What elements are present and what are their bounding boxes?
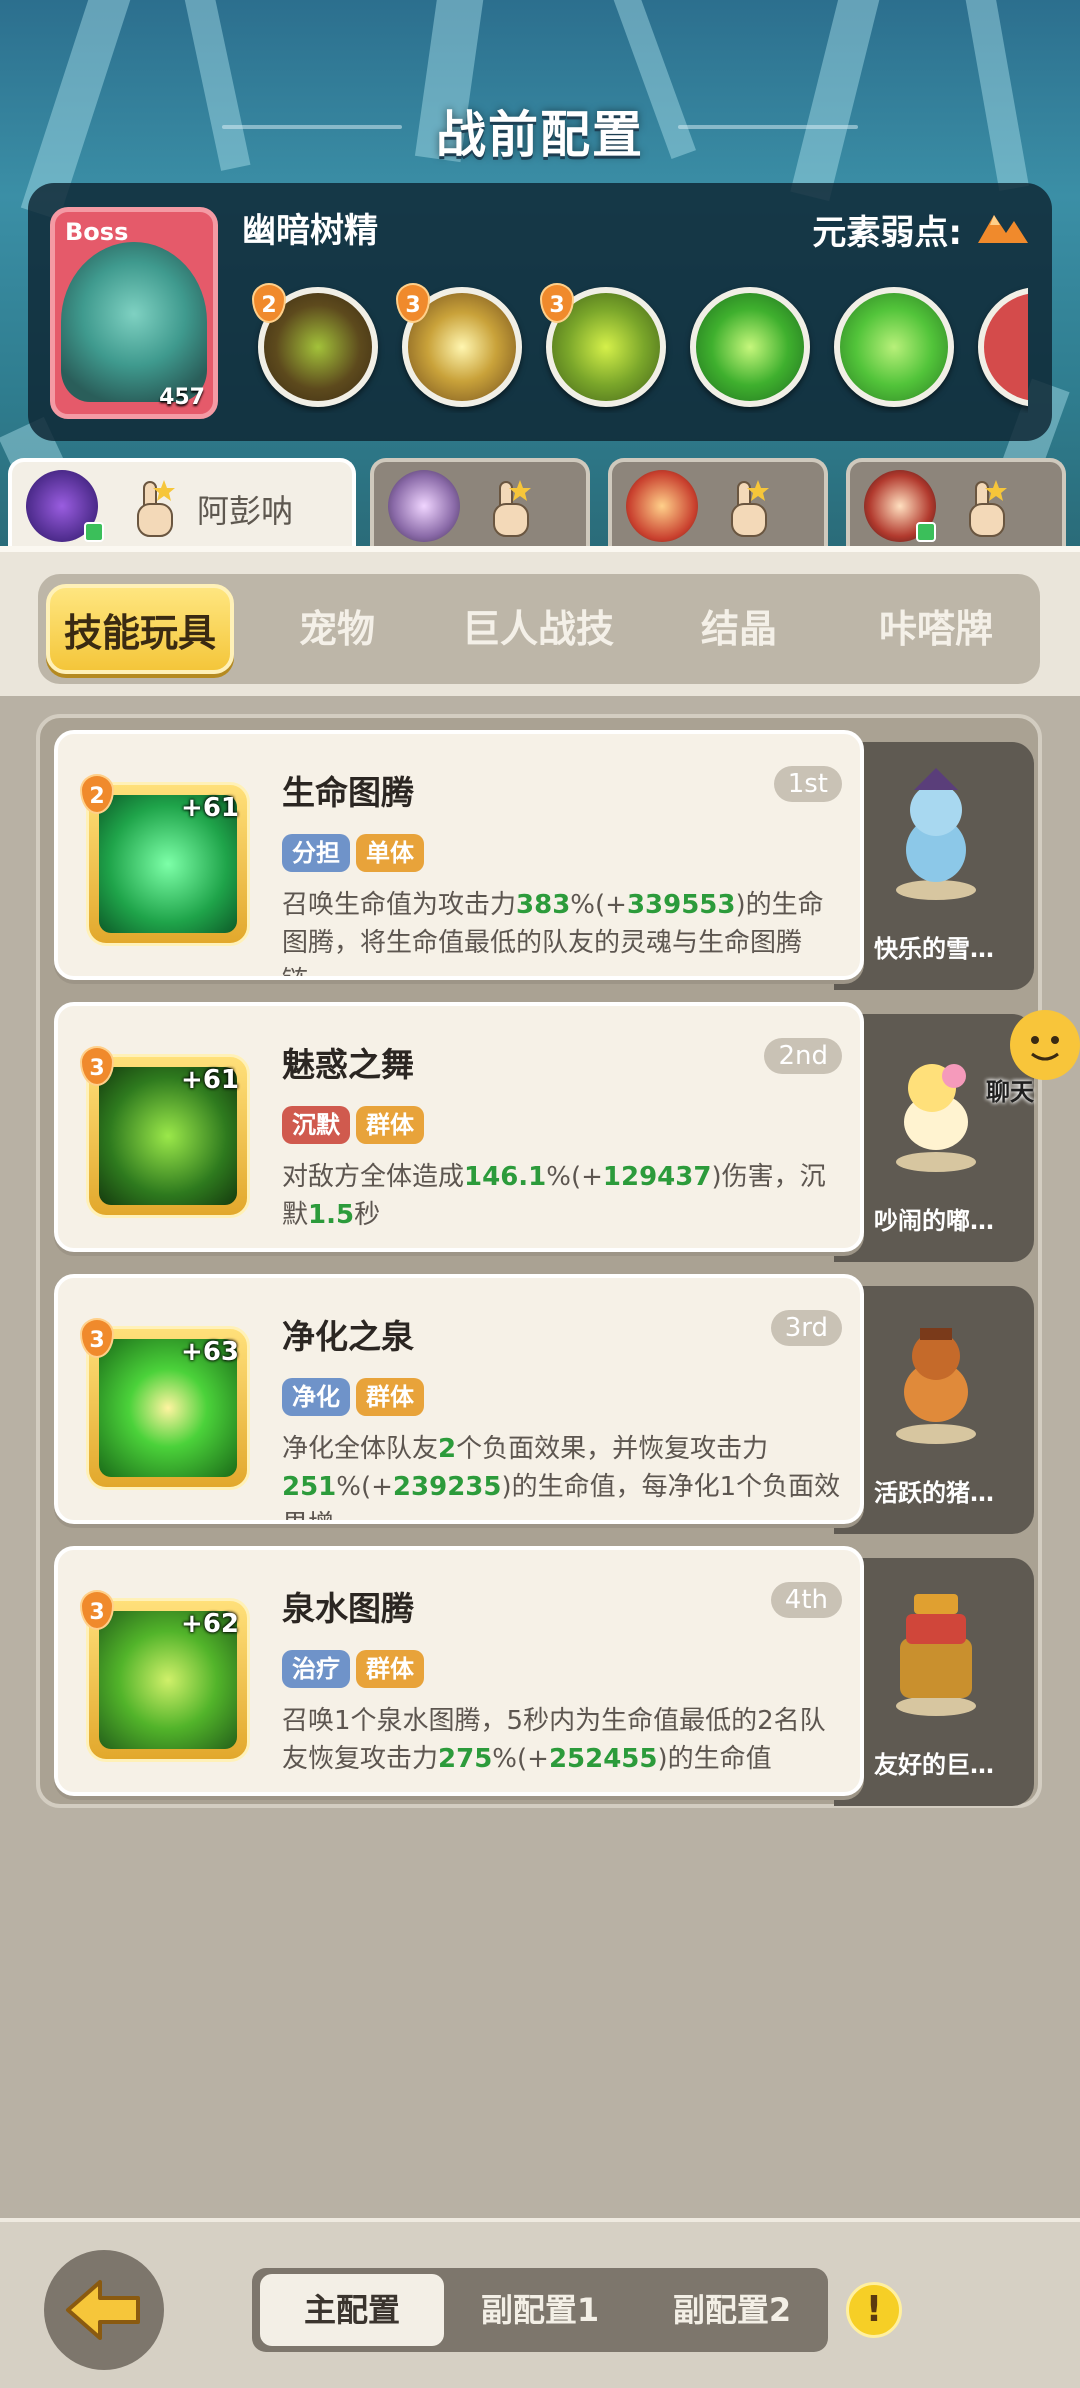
online-status-icon: [84, 522, 104, 542]
skill-title: 净化之泉: [282, 1317, 414, 1356]
pet-figure: [896, 768, 976, 900]
skill-tag: 单体: [356, 834, 424, 872]
page-title: 战前配置: [436, 106, 644, 164]
skill-rank: 3rd: [770, 1310, 842, 1346]
skill-tag: 净化: [282, 1378, 350, 1416]
pet-figure: [896, 1328, 976, 1444]
character-tab-2[interactable]: [370, 458, 590, 546]
boss-panel: Boss 457 幽暗树精 元素弱点: 2 3 3: [28, 183, 1052, 441]
hand-pointer-icon: [137, 480, 175, 537]
hand-pointer-icon: [731, 480, 769, 537]
boss-name: 幽暗树精: [242, 211, 378, 251]
pet-name: 活跃的猪…: [874, 1479, 994, 1507]
skill-description: 召唤生命值为攻击力383%(+339553)的生命图腾，将生命值最低的队友的灵魂…: [282, 890, 824, 976]
skill-rank: 4th: [770, 1582, 842, 1618]
skill-tag: 沉默: [282, 1106, 350, 1144]
skill-tag: 治疗: [282, 1650, 350, 1688]
skill-title: 魅惑之舞: [282, 1045, 414, 1084]
skill-icon-frame: +61: [86, 1054, 250, 1218]
skill-list: 快乐的雪… +61 2 生命图腾 1st 分担 单体 召唤生命值为攻击力383%(…: [36, 714, 1042, 1808]
tab-main-config[interactable]: 主配置: [260, 2274, 444, 2346]
back-button[interactable]: [44, 2250, 164, 2370]
skill-row[interactable]: 活跃的猪… +63 3 净化之泉 3rd 净化 群体 净化全体队友2个负面效果，并…: [54, 1274, 1034, 1534]
tab-giant-skills[interactable]: 巨人战技: [438, 574, 638, 684]
skill-card[interactable]: +61 2 生命图腾 1st 分担 单体 召唤生命值为攻击力383%(+33955…: [54, 730, 864, 980]
skill-description: 对敌方全体造成146.1%(+129437)伤害，沉默1.5秒: [282, 1162, 826, 1230]
tab-sub-config-1[interactable]: 副配置1: [444, 2268, 636, 2352]
skill-tag: 分担: [282, 834, 350, 872]
skill-title: 泉水图腾: [282, 1589, 414, 1628]
tab-click-cards[interactable]: 咔嗒牌: [838, 574, 1034, 684]
hand-pointer-icon: [969, 480, 1007, 537]
character-tab-1[interactable]: 阿彭呐: [8, 458, 356, 546]
skill-upgrade-count: +63: [181, 1337, 239, 1367]
boss-portrait: [61, 242, 207, 402]
pet-name: 友好的巨…: [874, 1751, 994, 1779]
skill-title: 生命图腾: [282, 773, 414, 812]
boss-skill-list: 2 3 3: [248, 283, 1028, 413]
chat-label: 聊天: [986, 1078, 1034, 1106]
skill-icon-frame: +62: [86, 1598, 250, 1762]
skill-card[interactable]: +63 3 净化之泉 3rd 净化 群体 净化全体队友2个负面效果，并恢复攻击力2…: [54, 1274, 864, 1524]
skill-icon-frame: +63: [86, 1326, 250, 1490]
pet-figure: [896, 1594, 976, 1716]
skill-description: 净化全体队友2个负面效果，并恢复攻击力251%(+239235)的生命值，每净化…: [282, 1434, 841, 1520]
skill-tags: 净化 群体: [282, 1378, 430, 1416]
hand-pointer-icon: [493, 480, 531, 537]
chat-face-icon: [1010, 1010, 1080, 1080]
slime-skill-icon[interactable]: [834, 287, 954, 407]
skill-rank: 1st: [773, 766, 842, 802]
character-avatar: [626, 470, 698, 542]
pet-name: 快乐的雪…: [874, 935, 994, 963]
skill-icon-frame: +61: [86, 782, 250, 946]
character-tab-3[interactable]: [608, 458, 828, 546]
skill-row[interactable]: 快乐的雪… +61 2 生命图腾 1st 分担 单体 召唤生命值为攻击力383%(…: [54, 730, 1034, 990]
warning-icon[interactable]: !: [846, 2282, 902, 2338]
character-tab-4[interactable]: [846, 458, 1066, 546]
skill-tags: 治疗 群体: [282, 1650, 430, 1688]
skill-tags: 沉默 群体: [282, 1106, 430, 1144]
boss-tag: Boss: [65, 218, 129, 246]
mountain-element-icon: [978, 215, 1028, 243]
skill-card[interactable]: +61 3 魅惑之舞 2nd 沉默 群体 对敌方全体造成146.1%(+12943…: [54, 1002, 864, 1252]
boss-portrait-card[interactable]: Boss 457: [50, 207, 218, 419]
tab-skill-toys[interactable]: 技能玩具: [46, 584, 234, 674]
skill-description: 召唤1个泉水图腾，5秒内为生命值最低的2名队友恢复攻击力275%(+252455…: [282, 1706, 826, 1774]
pet-name: 吵闹的嘟…: [874, 1207, 994, 1235]
skill-tag: 群体: [356, 1106, 424, 1144]
skill-upgrade-count: +62: [181, 1609, 239, 1639]
character-avatar: [388, 470, 460, 542]
category-tabs: 技能玩具 宠物 巨人战技 结晶 咔嗒牌: [38, 574, 1040, 684]
skill-tag: 群体: [356, 1378, 424, 1416]
skill-tag: 群体: [356, 1650, 424, 1688]
bottom-bar: 主配置 副配置1 副配置2 !: [0, 2218, 1080, 2388]
skill-tags: 分担 单体: [282, 834, 430, 872]
tab-pets[interactable]: 宠物: [242, 574, 432, 684]
weakness-label: 元素弱点:: [812, 213, 962, 253]
skill-rank: 2nd: [764, 1038, 842, 1074]
pet-card[interactable]: 快乐的雪…: [834, 742, 1034, 990]
pet-card[interactable]: 活跃的猪…: [834, 1286, 1034, 1534]
online-status-icon: [916, 522, 936, 542]
character-name: 阿彭呐: [197, 492, 294, 530]
boss-level: 457: [159, 385, 205, 410]
tab-crystals[interactable]: 结晶: [644, 574, 834, 684]
chat-button[interactable]: 聊天: [970, 1010, 1080, 1106]
tab-sub-config-2[interactable]: 副配置2: [636, 2268, 828, 2352]
pet-card[interactable]: 友好的巨…: [834, 1558, 1034, 1806]
green-star-skill-icon[interactable]: [690, 287, 810, 407]
skill-card[interactable]: +62 3 泉水图腾 4th 治疗 群体 召唤1个泉水图腾，5秒内为生命值最低的2…: [54, 1546, 864, 1796]
partial-skill-icon[interactable]: [978, 287, 1028, 407]
arrow-left-icon: [66, 2280, 140, 2340]
config-tabs: 主配置 副配置1 副配置2: [252, 2268, 828, 2352]
skill-row[interactable]: 友好的巨… +62 3 泉水图腾 4th 治疗 群体 召唤1个泉水图腾，5秒内为生…: [54, 1546, 1034, 1806]
skill-upgrade-count: +61: [181, 793, 239, 823]
category-tab-bar: 技能玩具 宠物 巨人战技 结晶 咔嗒牌: [0, 546, 1080, 696]
skill-upgrade-count: +61: [181, 1065, 239, 1095]
skill-row[interactable]: 吵闹的嘟… +61 3 魅惑之舞 2nd 沉默 群体 对敌方全体造成146.1%(…: [54, 1002, 1034, 1262]
